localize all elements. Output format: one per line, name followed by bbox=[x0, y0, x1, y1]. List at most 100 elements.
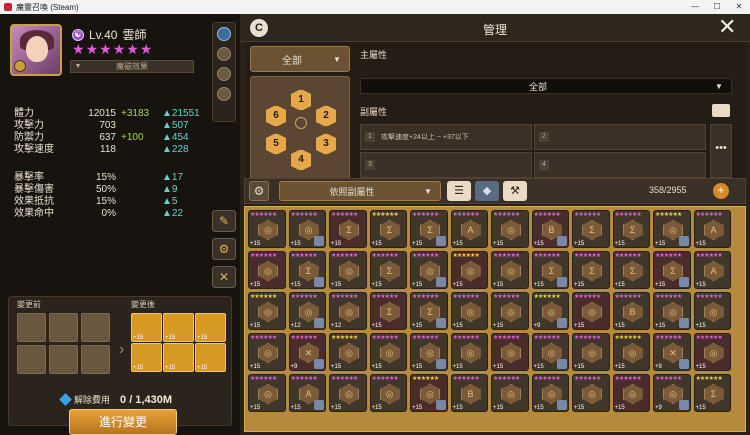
sub-attr-toggle-button[interactable] bbox=[712, 104, 730, 117]
rune-item[interactable]: ★★★★★★ Σ +15 bbox=[531, 251, 569, 289]
rune-item[interactable]: ★★★★★★ Σ +15 bbox=[288, 251, 326, 289]
preset-icon[interactable]: ⚙ bbox=[212, 238, 236, 260]
rune-item[interactable]: ★★★★★★ ◎ +12 bbox=[288, 292, 326, 330]
rune-item[interactable]: ★★★★★★ ◎ +15 bbox=[572, 374, 610, 412]
set-filter-dropdown[interactable]: 全部 ▼ bbox=[250, 46, 350, 72]
tab-runes-icon[interactable] bbox=[217, 27, 231, 41]
rune-item[interactable]: ★★★★★★ B +15 bbox=[531, 210, 569, 248]
rune-item[interactable]: ★★★★★★ A +15 bbox=[450, 210, 488, 248]
remove-rune-icon[interactable]: ✕ bbox=[212, 266, 236, 288]
rune-item[interactable]: ★★★★★★ ◎ +15 bbox=[329, 374, 367, 412]
rune-item[interactable]: ★★★★★★ Σ +15 bbox=[329, 210, 367, 248]
rune-item[interactable]: ★★★★★★ ◎ +15 bbox=[491, 251, 529, 289]
gear-icon[interactable]: ⚙ bbox=[249, 181, 269, 201]
sell-bag-icon[interactable]: ◆ bbox=[475, 181, 499, 201]
rune-item[interactable]: ★★★★★★ ◎ +15 bbox=[248, 374, 286, 412]
slot-4-button[interactable]: 4 bbox=[290, 149, 312, 171]
sub-attr-slot[interactable]: 2 bbox=[534, 124, 706, 150]
empty-slot[interactable] bbox=[49, 313, 78, 342]
main-attr-dropdown[interactable]: 全部 ▼ bbox=[360, 78, 732, 94]
rune-item[interactable]: ★★★★★★ Σ +15 bbox=[369, 251, 407, 289]
after-rune-slot[interactable] bbox=[195, 343, 226, 372]
rune-item[interactable]: ★★★★★★ ◎ +15 bbox=[572, 333, 610, 371]
slot-5-button[interactable]: 5 bbox=[265, 133, 287, 155]
after-rune-slot[interactable] bbox=[195, 313, 226, 342]
add-capacity-button[interactable]: + bbox=[713, 183, 729, 199]
rune-item[interactable]: ★★★★★★ Σ +15 bbox=[612, 251, 650, 289]
monster-portrait[interactable] bbox=[10, 24, 62, 76]
rune-item[interactable]: ★★★★★★ B +15 bbox=[450, 374, 488, 412]
rune-item[interactable]: ★★★★★★ ◎ +9 bbox=[653, 374, 691, 412]
empty-slot[interactable] bbox=[17, 345, 46, 374]
minimize-button[interactable]: — bbox=[684, 0, 706, 14]
rune-item[interactable]: ★★★★★★ ◎ +15 bbox=[450, 333, 488, 371]
slot-6-button[interactable]: 6 bbox=[265, 105, 287, 127]
maximize-button[interactable]: ☐ bbox=[706, 0, 728, 14]
rune-item[interactable]: ★★★★★★ A +15 bbox=[693, 251, 731, 289]
sub-attr-slot[interactable]: 1 攻擊速度+24以上 ~ +37以下 bbox=[360, 124, 532, 150]
rune-item[interactable]: ★★★★★★ ◎ +15 bbox=[248, 251, 286, 289]
rune-item[interactable]: ★★★★★★ Σ +15 bbox=[410, 210, 448, 248]
rune-item[interactable]: ★★★★★★ B +15 bbox=[612, 292, 650, 330]
rune-item[interactable]: ★★★★★★ ◎ +15 bbox=[329, 333, 367, 371]
rune-item[interactable]: ★★★★★★ ◎ +9 bbox=[531, 292, 569, 330]
rune-item[interactable]: ★★★★★★ Σ +15 bbox=[653, 251, 691, 289]
close-icon[interactable]: ✕ bbox=[718, 16, 736, 38]
rune-item[interactable]: ★★★★★★ ◎ +15 bbox=[248, 210, 286, 248]
rune-item[interactable]: ★★★★★★ ✕ +9 bbox=[653, 333, 691, 371]
rune-item[interactable]: ★★★★★★ ◎ +15 bbox=[329, 251, 367, 289]
rune-item[interactable]: ★★★★★★ ◎ +15 bbox=[491, 210, 529, 248]
rune-item[interactable]: ★★★★★★ ◎ +15 bbox=[288, 210, 326, 248]
rune-item[interactable]: ★★★★★★ ✕ +9 bbox=[288, 333, 326, 371]
edit-icon[interactable]: ✎ bbox=[212, 210, 236, 232]
rune-item[interactable]: ★★★★★★ ◎ +15 bbox=[410, 374, 448, 412]
close-window-button[interactable]: ✕ bbox=[728, 0, 750, 14]
rune-item[interactable]: ★★★★★★ A +15 bbox=[693, 210, 731, 248]
rune-item[interactable]: ★★★★★★ ◎ +15 bbox=[572, 292, 610, 330]
slot-2-button[interactable]: 2 bbox=[315, 105, 337, 127]
rune-item[interactable]: ★★★★★★ Σ +15 bbox=[369, 292, 407, 330]
rune-item[interactable]: ★★★★★★ ◎ +15 bbox=[693, 292, 731, 330]
after-rune-slot[interactable] bbox=[131, 313, 162, 342]
rune-item[interactable]: ★★★★★★ ◎ +15 bbox=[653, 292, 691, 330]
rune-item[interactable]: ★★★★★★ ◎ +15 bbox=[491, 374, 529, 412]
after-rune-slot[interactable] bbox=[163, 313, 194, 342]
rune-item[interactable]: ★★★★★★ ◎ +15 bbox=[248, 292, 286, 330]
rune-item[interactable]: ★★★★★★ ◎ +12 bbox=[329, 292, 367, 330]
rune-item[interactable]: ★★★★★★ ◎ +15 bbox=[450, 251, 488, 289]
rune-item[interactable]: ★★★★★★ ◎ +15 bbox=[369, 374, 407, 412]
rune-item[interactable]: ★★★★★★ ◎ +15 bbox=[612, 333, 650, 371]
effect-dropdown[interactable]: ▼ 魔磁效果 bbox=[70, 60, 194, 73]
empty-slot[interactable] bbox=[81, 345, 110, 374]
after-rune-slot[interactable] bbox=[163, 343, 194, 372]
rune-item[interactable]: ★★★★★★ ◎ +15 bbox=[491, 292, 529, 330]
rune-item[interactable]: ★★★★★★ ◎ +15 bbox=[612, 374, 650, 412]
rune-item[interactable]: ★★★★★★ ◎ +15 bbox=[410, 251, 448, 289]
rune-item[interactable]: ★★★★★★ ◎ +15 bbox=[248, 333, 286, 371]
sort-dropdown[interactable]: 依照副屬性 ▼ bbox=[279, 181, 441, 201]
rune-item[interactable]: ★★★★★★ ◎ +15 bbox=[369, 333, 407, 371]
empty-slot[interactable] bbox=[17, 313, 46, 342]
rune-item[interactable]: ★★★★★★ ◎ +15 bbox=[450, 292, 488, 330]
rune-item[interactable]: ★★★★★★ ◎ +15 bbox=[410, 333, 448, 371]
rune-item[interactable]: ★★★★★★ Σ +15 bbox=[572, 210, 610, 248]
tab-awaken-icon[interactable] bbox=[217, 87, 231, 101]
apply-change-button[interactable]: 進行變更 bbox=[69, 409, 177, 435]
rune-item[interactable]: ★★★★★★ Σ +15 bbox=[410, 292, 448, 330]
rune-item[interactable]: ★★★★★★ ◎ +15 bbox=[491, 333, 529, 371]
rune-item[interactable]: ★★★★★★ A +15 bbox=[288, 374, 326, 412]
rune-item[interactable]: ★★★★★★ ◎ +15 bbox=[693, 333, 731, 371]
after-rune-slot[interactable] bbox=[131, 343, 162, 372]
rune-item[interactable]: ★★★★★★ Σ +15 bbox=[369, 210, 407, 248]
sort-order-icon[interactable]: ☰ bbox=[447, 181, 471, 201]
slot-1-button[interactable]: 1 bbox=[290, 89, 312, 111]
sub-attr-slot[interactable]: 4 bbox=[534, 152, 706, 178]
tab-skills-icon[interactable] bbox=[217, 67, 231, 81]
rune-item[interactable]: ★★★★★★ Σ +15 bbox=[693, 374, 731, 412]
slot-3-button[interactable]: 3 bbox=[315, 133, 337, 155]
rune-item[interactable]: ★★★★★★ Σ +15 bbox=[572, 251, 610, 289]
tab-info-icon[interactable] bbox=[217, 47, 231, 61]
empty-slot[interactable] bbox=[49, 345, 78, 374]
empty-slot[interactable] bbox=[81, 313, 110, 342]
rune-item[interactable]: ★★★★★★ ◎ +15 bbox=[531, 374, 569, 412]
